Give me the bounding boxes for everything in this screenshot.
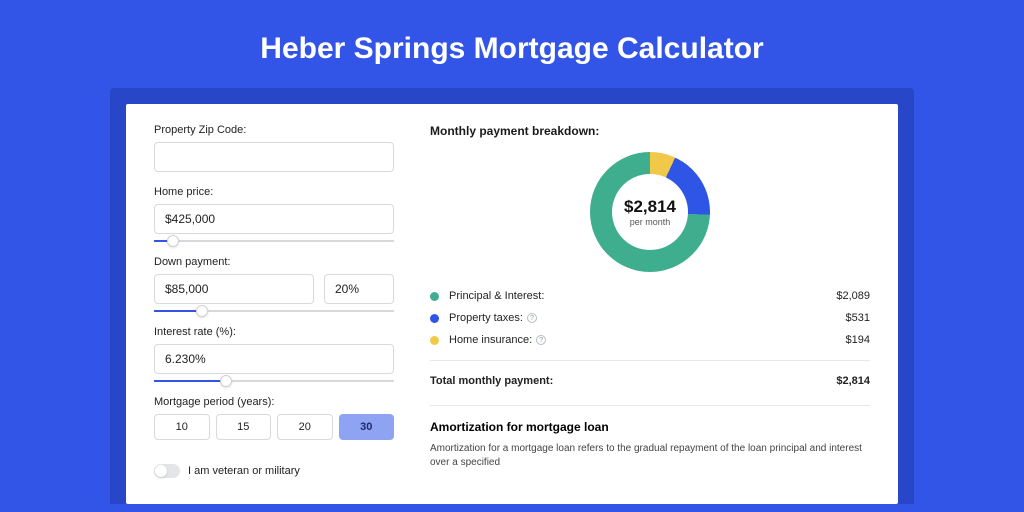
breakdown-column: Monthly payment breakdown: $2,814 per mo…: [430, 124, 870, 504]
legend-label-total: Total monthly payment:: [430, 375, 836, 387]
veteran-field: I am veteran or military: [154, 464, 394, 478]
rate-label: Interest rate (%):: [154, 326, 394, 338]
form-column: Property Zip Code: Home price: Down paym…: [154, 124, 394, 504]
legend-label-insurance: Home insurance: ?: [449, 334, 846, 346]
dot-icon: [430, 336, 439, 345]
period-option-20[interactable]: 20: [277, 414, 333, 440]
calculator-card: Property Zip Code: Home price: Down paym…: [126, 104, 898, 504]
legend: Principal & Interest: $2,089 Property ta…: [430, 290, 870, 387]
period-option-15[interactable]: 15: [216, 414, 272, 440]
info-icon[interactable]: ?: [527, 313, 537, 323]
price-slider[interactable]: [154, 240, 394, 242]
legend-value-principal: $2,089: [836, 290, 870, 302]
info-icon[interactable]: ?: [536, 335, 546, 345]
legend-row-insurance: Home insurance: ? $194: [430, 334, 870, 346]
amortization-text: Amortization for a mortgage loan refers …: [430, 442, 870, 470]
period-option-30[interactable]: 30: [339, 414, 395, 440]
zip-input[interactable]: [154, 142, 394, 172]
legend-value-insurance: $194: [846, 334, 870, 346]
rate-field: Interest rate (%):: [154, 326, 394, 382]
zip-field: Property Zip Code:: [154, 124, 394, 172]
slider-thumb-icon[interactable]: [196, 305, 208, 317]
period-label: Mortgage period (years):: [154, 396, 394, 408]
down-slider[interactable]: [154, 310, 394, 312]
veteran-label: I am veteran or military: [188, 465, 300, 477]
donut-center: $2,814 per month: [612, 174, 688, 250]
zip-label: Property Zip Code:: [154, 124, 394, 136]
legend-row-principal: Principal & Interest: $2,089: [430, 290, 870, 302]
price-field: Home price:: [154, 186, 394, 242]
card-backdrop: Property Zip Code: Home price: Down paym…: [110, 88, 914, 504]
price-label: Home price:: [154, 186, 394, 198]
rate-slider[interactable]: [154, 380, 394, 382]
legend-divider: [430, 360, 870, 361]
legend-value-total: $2,814: [836, 375, 870, 387]
legend-row-total: Total monthly payment: $2,814: [430, 375, 870, 387]
down-label: Down payment:: [154, 256, 394, 268]
period-field: Mortgage period (years): 10 15 20 30: [154, 396, 394, 440]
down-percent-input[interactable]: [324, 274, 394, 304]
dot-icon: [430, 314, 439, 323]
donut-sublabel: per month: [630, 217, 671, 227]
slider-thumb-icon[interactable]: [167, 235, 179, 247]
amortization-title: Amortization for mortgage loan: [430, 420, 870, 434]
period-option-10[interactable]: 10: [154, 414, 210, 440]
legend-label-principal: Principal & Interest:: [449, 290, 836, 302]
donut-chart: $2,814 per month: [430, 152, 870, 272]
rate-input[interactable]: [154, 344, 394, 374]
donut-ring: $2,814 per month: [590, 152, 710, 272]
page-title: Heber Springs Mortgage Calculator: [0, 0, 1024, 88]
donut-value: $2,814: [624, 197, 676, 217]
dot-icon: [430, 292, 439, 301]
down-amount-input[interactable]: [154, 274, 314, 304]
breakdown-title: Monthly payment breakdown:: [430, 124, 870, 138]
veteran-toggle[interactable]: [154, 464, 180, 478]
legend-value-taxes: $531: [846, 312, 870, 324]
legend-label-taxes: Property taxes: ?: [449, 312, 846, 324]
legend-row-taxes: Property taxes: ? $531: [430, 312, 870, 324]
slider-thumb-icon[interactable]: [220, 375, 232, 387]
amortization-section: Amortization for mortgage loan Amortizat…: [430, 405, 870, 470]
down-field: Down payment:: [154, 256, 394, 312]
price-input[interactable]: [154, 204, 394, 234]
